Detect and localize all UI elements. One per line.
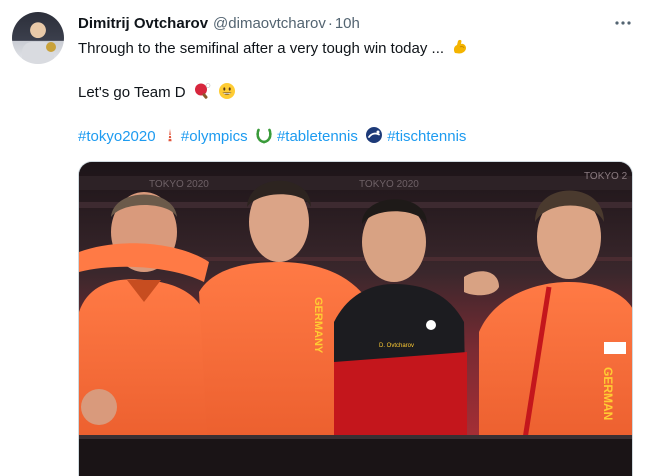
separator-dot: · (327, 14, 333, 32)
hashtag-line: #tokyo2020 #olympics #tabletennis #tisch… (78, 126, 466, 147)
avatar[interactable] (12, 12, 64, 64)
hashtag-tischtennis[interactable]: #tischtennis (387, 128, 466, 145)
tweet-photo[interactable]: TOKYO 2020 TOKYO 2020 TOKYO 2 GERMANY D. (78, 161, 633, 476)
timestamp[interactable]: 10h (335, 15, 360, 32)
team-photo: TOKYO 2020 TOKYO 2020 TOKYO 2 GERMANY D. (79, 162, 632, 476)
banner-text: TOKYO 2020 (359, 179, 419, 190)
tokyo-tower-emoji (167, 128, 173, 142)
tweet: Dimitrij Ovtcharov @dimaovtcharov · 10h … (0, 0, 648, 476)
tweet-text: Let's go Team D (78, 84, 186, 101)
table-tennis-logo-emoji (366, 127, 383, 143)
avatar-medal (46, 42, 56, 52)
tweet-text-line-1: Through to the semifinal after a very to… (78, 38, 469, 59)
tweet-header: Dimitrij Ovtcharov @dimaovtcharov · 10h (78, 12, 360, 34)
hashtag-olympics[interactable]: #olympics (181, 128, 248, 145)
hashtag-tabletennis[interactable]: #tabletennis (277, 128, 358, 145)
more-icon (615, 21, 631, 25)
shirt-text: GERMAN (601, 367, 615, 420)
grinning-face-emoji (219, 83, 235, 99)
hashtag-tokyo2020[interactable]: #tokyo2020 (78, 128, 156, 145)
tweet-text-line-2: Let's go Team D (78, 82, 236, 103)
banner-text: TOKYO 2 (584, 171, 628, 182)
handle[interactable]: @dimaovtcharov (213, 15, 326, 32)
tweet-text: Through to the semifinal after a very to… (78, 40, 445, 57)
ping-pong-emoji (194, 83, 211, 99)
display-name[interactable]: Dimitrij Ovtcharov (78, 15, 208, 32)
banner-text: TOKYO 2020 (149, 179, 209, 190)
shirt-text: GERMANY (312, 297, 324, 354)
flexed-biceps-emoji (454, 39, 467, 54)
jersey-name: D. Ovtcharov (379, 343, 414, 349)
more-options-button[interactable] (612, 12, 634, 34)
laurel-wreath-emoji (256, 128, 272, 144)
